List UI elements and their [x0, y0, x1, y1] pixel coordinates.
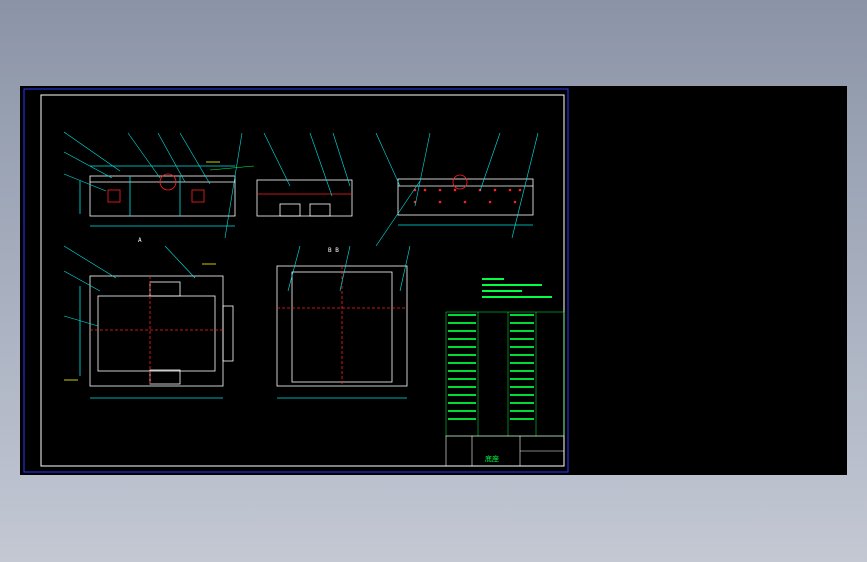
title-block-name: 底座 — [485, 454, 499, 463]
plan-view-middle — [276, 265, 408, 399]
plan-left-leaders — [63, 245, 196, 327]
title-block — [445, 435, 565, 467]
technical-notes — [482, 278, 552, 298]
drawing-canvas: A B B 底座 — [23, 88, 569, 473]
side-elevation-view — [256, 179, 353, 217]
rear-view-holes — [413, 188, 522, 204]
parts-list-rows — [448, 314, 534, 420]
rear-elevation-view — [397, 174, 534, 226]
section-marker-arrows — [64, 161, 220, 381]
rear-view-leaders — [375, 132, 539, 247]
cad-viewport[interactable]: A B B 底座 — [20, 86, 847, 475]
inner-frame — [40, 94, 565, 467]
view-label-b: B B — [328, 247, 339, 254]
side-view-leaders — [263, 132, 351, 197]
view-label-a: A — [138, 237, 142, 244]
plan-view-left — [79, 275, 234, 399]
outer-frame — [23, 88, 569, 473]
front-view-leaders — [63, 131, 255, 239]
